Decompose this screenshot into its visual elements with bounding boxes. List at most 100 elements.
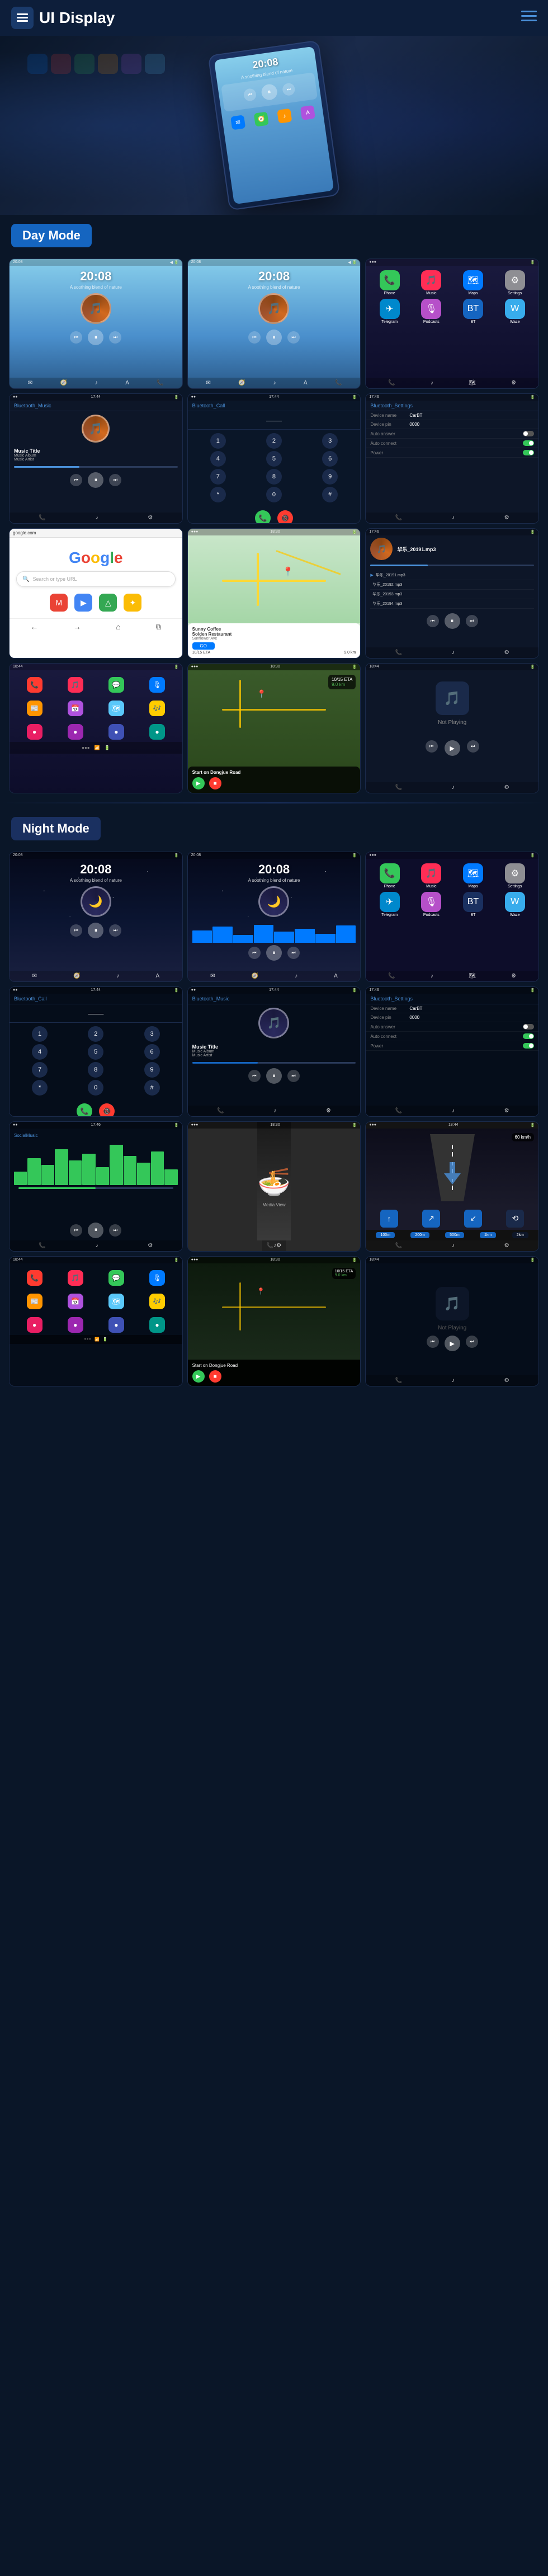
auto-answer-toggle[interactable] [523,431,534,436]
google-back-icon[interactable]: ← [30,622,38,632]
cp-phone-icon[interactable]: 📞 [27,677,42,693]
night-dial-6[interactable]: 6 [144,1044,160,1060]
np-play[interactable]: ⏸ [445,613,460,629]
youtube-icon[interactable]: ▶ [74,594,92,612]
power-toggle[interactable] [523,450,534,455]
night-np-play[interactable]: ▶ [445,1336,460,1351]
cp-message-icon[interactable]: 💬 [108,677,124,693]
night-prev-1[interactable]: ⏮ [70,924,82,937]
night-controls-1[interactable]: ⏮ ⏸ ⏭ [10,920,182,941]
cp-news-icon[interactable]: 📰 [27,701,42,716]
google-forward-icon[interactable]: → [73,622,81,632]
menu-icon[interactable] [521,11,537,25]
call-button[interactable]: 📞 [255,510,271,523]
play-btn[interactable]: ⏸ [261,83,278,101]
np-prev[interactable]: ⏮ [427,615,439,627]
np2-prev[interactable]: ⏮ [426,740,438,753]
night-dial-7[interactable]: 7 [32,1062,48,1078]
next-btn[interactable]: ⏭ [282,82,296,96]
night-np-prev[interactable]: ⏮ [427,1336,439,1348]
night-bt-prev[interactable]: ⏮ [248,1070,261,1082]
wave-prev[interactable]: ⏮ [70,1224,82,1237]
night-cp-a2[interactable]: ● [68,1317,83,1333]
cp-itunes-icon[interactable]: 🎶 [149,701,165,716]
night-auto-answer-toggle[interactable] [523,1024,534,1030]
night-cp-cal[interactable]: 📅 [68,1294,83,1309]
night-end-call-btn[interactable]: 📵 [99,1103,115,1116]
night-cp-phone[interactable]: 📞 [27,1270,42,1286]
cp-app3-1[interactable]: ● [27,724,42,740]
bt-play-btn[interactable]: ⏸ [88,472,103,488]
dial-hash[interactable]: # [322,487,338,502]
night-play-1[interactable]: ⏸ [88,923,103,938]
night-auto-connect-toggle[interactable] [523,1033,534,1039]
night-cp-a1[interactable]: ● [27,1317,42,1333]
night-next-1[interactable]: ⏭ [109,924,121,937]
night-cp-maps2[interactable]: 🗺 [108,1294,124,1309]
bt-player-controls[interactable]: ⏮ ⏸ ⏭ [10,470,182,490]
next-track-btn-2[interactable]: ⏭ [287,331,300,344]
night-waze-stop[interactable]: ■ [209,1370,221,1383]
road-btn-3[interactable]: ↙ [464,1210,482,1228]
drive-icon[interactable]: △ [99,594,117,612]
night-dial-5[interactable]: 5 [88,1044,103,1060]
night-podcast-app[interactable]: 🎙 Podcasts [412,892,451,917]
carplay-music-app[interactable]: 🎵 Music [412,270,451,295]
end-call-button[interactable]: 📵 [277,510,293,523]
dial-4[interactable]: 4 [210,451,226,467]
cp-calendar-icon[interactable]: 📅 [68,701,83,716]
night-np-controls[interactable]: ⏮ ▶ ⏭ [427,1336,478,1351]
wp-btn-4[interactable]: 1km [480,1232,496,1238]
night-cp-a3[interactable]: ● [108,1317,124,1333]
night-dial-9[interactable]: 9 [144,1062,160,1078]
play-pause-btn-1[interactable]: ⏸ [88,330,103,345]
bt-prev-btn[interactable]: ⏮ [70,474,82,486]
np2-play[interactable]: ▶ [445,740,460,756]
prev-track-btn-2[interactable]: ⏮ [248,331,261,344]
bt-next-btn[interactable]: ⏭ [109,474,121,486]
road-btn-1[interactable]: ↑ [380,1210,398,1228]
dial-6[interactable]: 6 [322,451,338,467]
gmail-icon[interactable]: M [50,594,68,612]
waze-stop-btn[interactable]: ■ [209,777,221,789]
track-row-3[interactable]: 华乐_20193.mp3 [370,590,534,599]
wp-btn-1[interactable]: 100m [376,1232,395,1238]
cp-podcast-icon[interactable]: 🎙 [149,677,165,693]
player-controls-2[interactable]: ⏮ ⏸ ⏭ [188,327,361,347]
night-controls-2[interactable]: ⏮ ⏸ ⏭ [188,943,361,963]
night-dial-8[interactable]: 8 [88,1062,103,1078]
dial-7[interactable]: 7 [210,469,226,485]
night-dial-2[interactable]: 2 [88,1026,103,1042]
night-power-toggle[interactable] [523,1043,534,1049]
night-telegram-app[interactable]: ✈ Telegram [370,892,409,917]
night-np-next[interactable]: ⏭ [466,1336,478,1348]
night-music-app[interactable]: 🎵 Music [412,863,451,889]
night-waze-play[interactable]: ▶ [192,1370,205,1383]
road-btn-2[interactable]: ↗ [422,1210,440,1228]
night-bt-controls[interactable]: ⏮ ⏸ ⏭ [188,1066,361,1086]
wp-btn-2[interactable]: 200m [410,1232,429,1238]
night-cp-pod[interactable]: 🎙 [149,1270,165,1286]
carplay-bt-app[interactable]: BT BT [454,299,493,324]
night-phone-app[interactable]: 📞 Phone [370,863,409,889]
cp-maps-icon[interactable]: 🗺 [108,701,124,716]
dial-3[interactable]: 3 [322,433,338,449]
dial-5[interactable]: 5 [266,451,282,467]
night-prev-2[interactable]: ⏮ [248,947,261,959]
wave-next[interactable]: ⏭ [109,1224,121,1237]
night-call-btn[interactable]: 📞 [77,1103,92,1116]
track-row-1[interactable]: ▶ 华乐_20191.mp3 [370,571,534,580]
night-next-2[interactable]: ⏭ [287,947,300,959]
dial-star[interactable]: * [210,487,226,502]
dial-8[interactable]: 8 [266,469,282,485]
night-cp-msg[interactable]: 💬 [108,1270,124,1286]
track-row-4[interactable]: 华乐_20194.mp3 [370,599,534,609]
google-search-bar[interactable]: 🔍 Search or type URL [16,571,176,587]
np2-next[interactable]: ⏭ [467,740,479,753]
night-waze-app[interactable]: W Waze [495,892,534,917]
night-cp-a4[interactable]: ● [149,1317,165,1333]
auto-connect-toggle[interactable] [523,440,534,446]
dial-0[interactable]: 0 [266,487,282,502]
player-controls-1[interactable]: ⏮ ⏸ ⏭ [10,327,182,347]
track-row-2[interactable]: 华乐_20192.mp3 [370,580,534,590]
